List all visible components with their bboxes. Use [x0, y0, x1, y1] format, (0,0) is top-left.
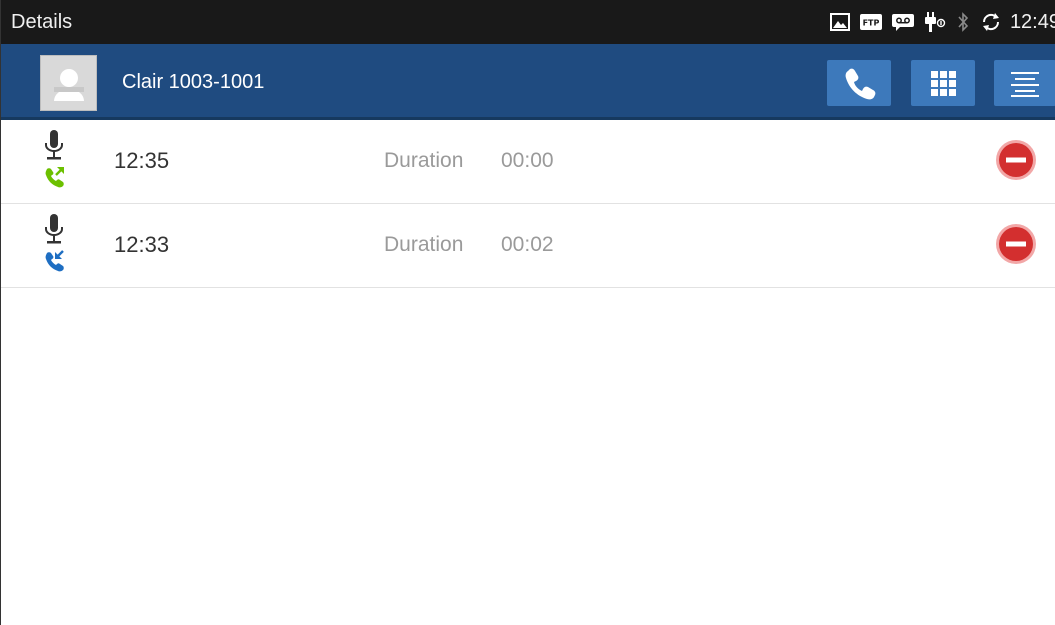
voicemail-icon	[891, 12, 914, 32]
call-time: 12:33	[114, 232, 170, 257]
dialpad-icon	[931, 71, 956, 96]
status-icons: FTP 12:49	[820, 0, 1055, 44]
call-history-list: 12:35 Duration 00:00 12:33 Duration 00:0…	[1, 120, 1055, 288]
svg-text:FTP: FTP	[863, 19, 880, 28]
contact-name: Clair 1003-1001	[122, 71, 265, 93]
microphone-icon	[43, 130, 65, 167]
menu-button[interactable]	[994, 60, 1055, 106]
app-frame: Details FTP 12:49 Clair 1003-1001 12:35 …	[0, 0, 1055, 625]
call-time: 12:35	[114, 148, 170, 173]
sync-icon	[980, 11, 1002, 33]
list-item[interactable]: 12:33 Duration 00:02	[1, 204, 1055, 288]
incoming-call-icon	[43, 248, 67, 277]
dialpad-button[interactable]	[911, 60, 975, 106]
bluetooth-icon	[956, 11, 970, 33]
contact-header: Clair 1003-1001	[1, 44, 1055, 120]
person-icon	[53, 69, 84, 101]
call-icon	[845, 68, 876, 100]
delete-icon[interactable]	[995, 223, 1037, 265]
status-bar: Details FTP 12:49	[1, 0, 1055, 44]
ftp-icon: FTP	[859, 14, 882, 30]
duration-label: Duration	[384, 149, 464, 172]
call-button[interactable]	[827, 60, 891, 106]
menu-icon	[1011, 72, 1039, 97]
duration-value: 00:02	[501, 233, 554, 256]
duration-value: 00:00	[501, 149, 554, 172]
microphone-icon	[43, 214, 65, 251]
status-clock: 12:49	[1009, 10, 1055, 33]
duration-label: Duration	[384, 233, 464, 256]
delete-icon[interactable]	[995, 139, 1037, 181]
image-icon	[829, 13, 850, 31]
outgoing-call-icon	[43, 164, 67, 193]
list-item[interactable]: 12:35 Duration 00:00	[1, 120, 1055, 204]
usb-icon	[924, 11, 946, 33]
avatar[interactable]	[40, 55, 97, 111]
screen-title: Details	[11, 11, 73, 33]
